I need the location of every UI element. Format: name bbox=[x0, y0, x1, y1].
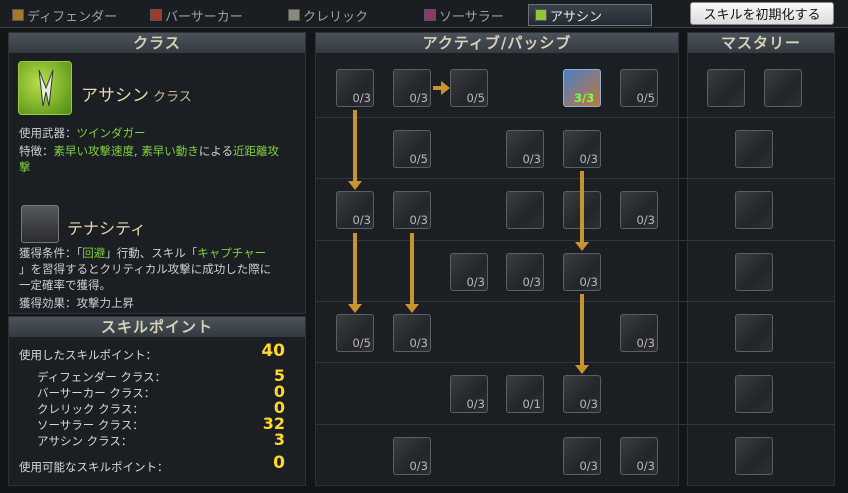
available-points-label: 使用可能なスキルポイント： bbox=[19, 460, 169, 474]
skill-slot[interactable]: 0/5 bbox=[620, 69, 658, 107]
acquire-condition: 獲得条件：「回避」行動、スキル「キャプチャー 」を習得するとクリティカル攻撃に成… bbox=[19, 246, 272, 292]
prereq-arrow bbox=[348, 110, 362, 190]
skill-slot[interactable]: 0/3 bbox=[563, 375, 601, 413]
skill-slot[interactable]: 0/3 bbox=[450, 375, 488, 413]
skill-slot[interactable]: 0/3 bbox=[393, 437, 431, 475]
skill-slot-learned[interactable]: 3/3 bbox=[563, 69, 601, 107]
class-tab-bar: ディフェンダー バーサーカー クレリック ソーサラー アサシン スキルを初期化す… bbox=[0, 0, 848, 28]
tab-defender[interactable]: ディフェンダー bbox=[6, 4, 123, 26]
weapon-line: 使用武器：ツインダガー bbox=[19, 126, 146, 140]
cleric-points-label: クレリック クラス： bbox=[37, 402, 144, 416]
assassin-class-icon bbox=[18, 61, 72, 115]
mastery-slot[interactable] bbox=[735, 375, 773, 413]
berserker-points-label: バーサーカー クラス： bbox=[37, 386, 156, 400]
prereq-arrow bbox=[348, 233, 362, 313]
prereq-arrow bbox=[575, 294, 589, 374]
tab-berserker[interactable]: バーサーカー bbox=[144, 4, 249, 26]
skill-slot[interactable]: 0/3 bbox=[336, 69, 374, 107]
berserker-icon bbox=[150, 9, 162, 21]
cleric-icon bbox=[288, 9, 300, 21]
skill-slot[interactable]: 0/3 bbox=[563, 253, 601, 291]
skill-slot[interactable]: 0/3 bbox=[393, 191, 431, 229]
defender-points-label: ディフェンダー クラス： bbox=[37, 370, 167, 384]
mastery-slot[interactable] bbox=[735, 130, 773, 168]
passive-name: テナシティ bbox=[67, 219, 147, 238]
tab-assassin[interactable]: アサシン bbox=[528, 4, 652, 26]
skill-slot[interactable]: 0/3 bbox=[563, 437, 601, 475]
tab-cleric[interactable]: クレリック bbox=[282, 4, 374, 26]
skill-slot[interactable]: 0/5 bbox=[450, 69, 488, 107]
skill-points-header: スキルポイント bbox=[9, 317, 305, 337]
mastery-slot[interactable] bbox=[735, 314, 773, 352]
class-panel: クラス アサシン クラス 使用武器：ツインダガー 特徴：素早い攻撃速度, 素早い動… bbox=[8, 32, 306, 314]
tab-sorcerer[interactable]: ソーサラー bbox=[418, 4, 510, 26]
feature-line: 特徴：素早い攻撃速度, 素早い動きによる近距離攻 撃 bbox=[19, 144, 279, 174]
assassin-icon bbox=[535, 9, 547, 21]
prereq-arrow bbox=[405, 233, 419, 313]
skill-slot[interactable]: 0/5 bbox=[393, 130, 431, 168]
available-points-value: 0 bbox=[273, 453, 285, 473]
skill-slot[interactable]: 0/5 bbox=[336, 314, 374, 352]
skill-slot[interactable]: 0/3 bbox=[393, 69, 431, 107]
sorcerer-icon bbox=[424, 9, 436, 21]
skill-slot[interactable]: 0/3 bbox=[506, 253, 544, 291]
sorcerer-points-label: ソーサラー クラス： bbox=[37, 418, 144, 432]
mastery-slot[interactable] bbox=[707, 69, 745, 107]
mastery-slot[interactable] bbox=[764, 69, 802, 107]
skill-slot[interactable]: 0/3 bbox=[393, 314, 431, 352]
mastery-slot[interactable] bbox=[735, 191, 773, 229]
assassin-points-value: 3 bbox=[273, 430, 285, 449]
active-passive-header: アクティブ/パッシブ bbox=[316, 33, 678, 53]
tenacity-passive-icon bbox=[21, 205, 59, 243]
assassin-points-label: アサシン クラス： bbox=[37, 434, 133, 448]
mastery-slot[interactable] bbox=[735, 253, 773, 291]
class-panel-header: クラス bbox=[9, 33, 305, 53]
reset-skills-button[interactable]: スキルを初期化する bbox=[690, 2, 834, 25]
mastery-header: マスタリー bbox=[688, 33, 834, 53]
skill-slot[interactable] bbox=[506, 191, 544, 229]
prereq-arrow bbox=[433, 81, 450, 95]
skill-slot[interactable]: 0/1 bbox=[506, 375, 544, 413]
mastery-slot[interactable] bbox=[735, 437, 773, 475]
skill-slot[interactable]: 0/3 bbox=[620, 314, 658, 352]
skill-slot[interactable]: 0/3 bbox=[506, 130, 544, 168]
prereq-arrow bbox=[575, 171, 589, 251]
used-points-label: 使用したスキルポイント： bbox=[19, 348, 157, 362]
skill-points-panel: スキルポイント 使用したスキルポイント： 40 ディフェンダー クラス： 5 バ… bbox=[8, 316, 306, 486]
skill-slot[interactable]: 0/3 bbox=[336, 191, 374, 229]
skill-slot[interactable]: 0/3 bbox=[620, 437, 658, 475]
skill-slot[interactable]: 0/3 bbox=[450, 253, 488, 291]
skill-slot[interactable]: 0/3 bbox=[563, 130, 601, 168]
used-points-value: 40 bbox=[261, 341, 285, 361]
acquire-effect: 獲得効果：攻撃力上昇 bbox=[19, 296, 134, 310]
skill-slot[interactable]: 0/3 bbox=[620, 191, 658, 229]
defender-icon bbox=[12, 9, 24, 21]
class-name: アサシン クラス bbox=[81, 86, 192, 106]
